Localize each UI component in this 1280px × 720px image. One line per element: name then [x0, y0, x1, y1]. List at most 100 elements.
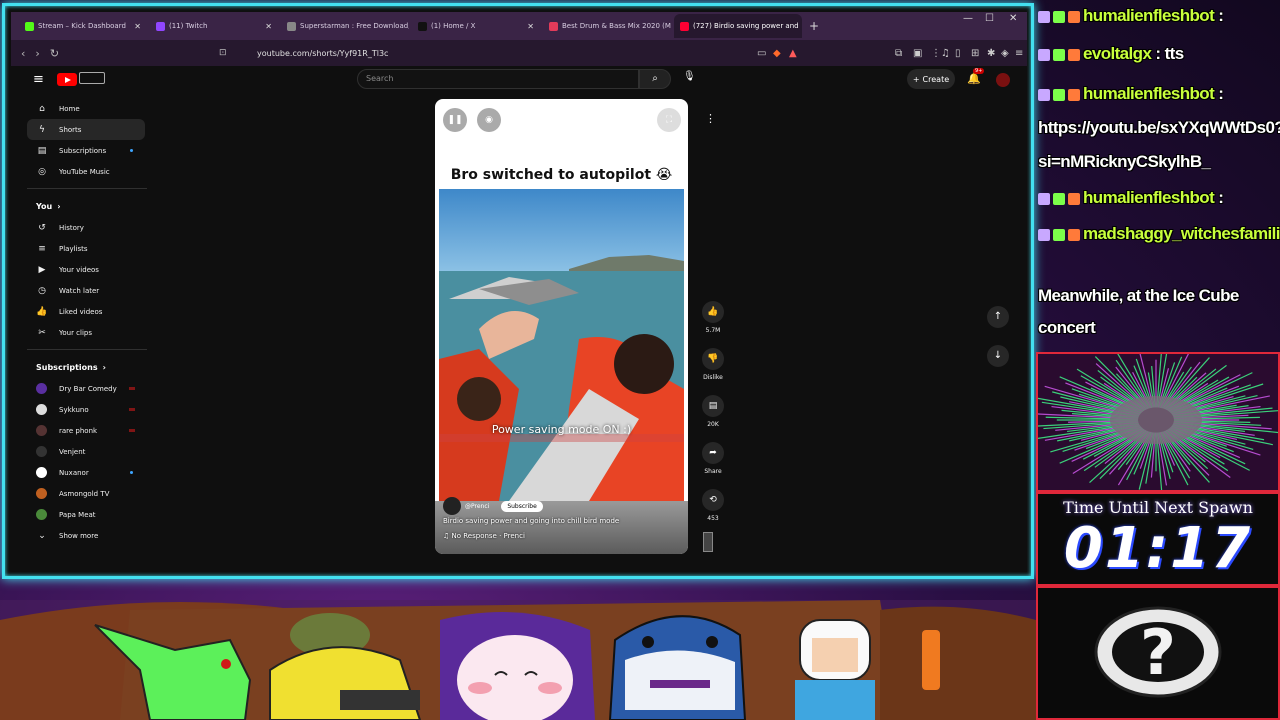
sidebar-section-you[interactable]: You ›: [27, 195, 145, 217]
sidebar-item-watch-later[interactable]: ◷ Watch later: [27, 280, 145, 301]
music-note-icon[interactable]: ♫: [941, 48, 950, 59]
pause-icon[interactable]: ❚❚: [443, 108, 467, 132]
puzzle-icon[interactable]: ✱: [987, 48, 995, 59]
window-icon[interactable]: ⊞: [971, 48, 979, 59]
sidebar-item-history[interactable]: ↺ History: [27, 217, 145, 238]
sidebar-section-subscriptions[interactable]: Subscriptions ›: [27, 356, 145, 378]
chat-badge-icon: [1053, 10, 1065, 23]
show-more-button[interactable]: ⌄ Show more: [27, 525, 145, 546]
sidebar-item-playlists[interactable]: ≡ Playlists: [27, 238, 145, 259]
back-icon[interactable]: ‹: [21, 47, 25, 60]
you-heading: You: [36, 201, 53, 211]
home-icon: ⌂: [39, 103, 45, 114]
brave-shield-icon[interactable]: ◆: [773, 48, 781, 59]
new-tab-icon[interactable]: +: [809, 19, 819, 33]
sound-thumbnail[interactable]: [703, 532, 713, 552]
chat-username[interactable]: evoltalgx: [1083, 44, 1152, 63]
youtube-logo[interactable]: [57, 73, 77, 86]
hamburger-icon[interactable]: ≡: [33, 72, 44, 87]
bookmark-icon[interactable]: ⊡: [219, 48, 227, 58]
tab-close-icon[interactable]: ✕: [527, 22, 534, 31]
browser-tab[interactable]: (11) Twitch ✕: [150, 14, 278, 38]
subscribe-button[interactable]: Subscribe: [501, 500, 543, 512]
sidebar-item-youtube-music[interactable]: ◎ YouTube Music: [27, 161, 145, 182]
browser-tab[interactable]: (727) Birdio saving power and✕: [674, 14, 802, 38]
reader-icon[interactable]: ▯: [955, 48, 961, 59]
minimize-icon[interactable]: —: [963, 13, 973, 24]
sidebar-item-venjent[interactable]: Venjent: [27, 441, 145, 462]
chat-username[interactable]: humalienfleshbot: [1083, 188, 1215, 207]
more-options-icon[interactable]: ⋮: [705, 112, 716, 125]
video-frame[interactable]: [439, 189, 684, 501]
screenshot-icon[interactable]: ▣: [913, 48, 922, 59]
search-icon[interactable]: ⌕: [639, 69, 671, 89]
live-indicator: [129, 429, 135, 432]
tab-bar: Stream – Kick Dashboard ✕ (11) Twitch ✕ Supe…: [11, 12, 1027, 40]
mic-icon[interactable]: 🎙: [683, 71, 696, 82]
maximize-icon[interactable]: ☐: [985, 13, 994, 24]
remix-button[interactable]: ⟲ 453: [697, 489, 729, 522]
sidebar-item-papa-meat[interactable]: Papa Meat: [27, 504, 145, 525]
sidebar-item-shorts[interactable]: ϟ Shorts: [27, 119, 145, 140]
sidebar-item-label: Venjent: [59, 447, 86, 456]
music-icon: ◎: [38, 166, 46, 177]
youtube-page: ≡ Search ⌕ 🎙 + Create 🔔 9+ ⌂ Home ϟ Shorts ▤ S…: [11, 66, 1027, 572]
playlists-icon: ≡: [38, 243, 46, 254]
rewards-icon[interactable]: ▲: [789, 48, 797, 59]
volume-icon[interactable]: ◉: [477, 108, 501, 132]
music-label[interactable]: ♫ No Response · Prenci: [443, 532, 525, 540]
create-button[interactable]: + Create: [907, 69, 955, 89]
channel-avatar[interactable]: [443, 497, 461, 515]
sidebar-item-home[interactable]: ⌂ Home: [27, 98, 145, 119]
url-field[interactable]: youtube.com/shorts/Yyf91R_Tl3c: [257, 49, 388, 58]
comments-button[interactable]: ▤ 20K: [697, 395, 729, 428]
previous-short-icon[interactable]: ↑: [987, 306, 1009, 328]
youtube-wordmark: [79, 72, 105, 84]
cast-icon[interactable]: ▭: [757, 48, 766, 59]
next-short-icon[interactable]: ↓: [987, 345, 1009, 367]
search-input[interactable]: Search: [357, 69, 639, 89]
sidebar-item-sykkuno[interactable]: Sykkuno: [27, 399, 145, 420]
chat-username[interactable]: humalienfleshbot: [1083, 84, 1215, 103]
your-videos-icon: ▶: [38, 264, 46, 275]
fullscreen-icon[interactable]: ⛶: [657, 108, 681, 132]
tab-close-icon[interactable]: ✕: [134, 22, 141, 31]
browser-tab[interactable]: Best Drum & Bass Mix 2020 (Mu✕: [543, 14, 671, 38]
chat-line: https://youtu.be/sxYXqWWtDs0?: [1038, 118, 1280, 138]
video-title[interactable]: Birdio saving power and going into chill…: [443, 517, 619, 525]
chat-line: concert: [1038, 318, 1096, 338]
tab-favicon-icon: [156, 21, 165, 31]
browser-tab[interactable]: Superstarman : Free Download, Borro✕: [281, 14, 409, 38]
sidebar-item-your-videos[interactable]: ▶ Your videos: [27, 259, 145, 280]
menu-lines-icon[interactable]: ⋮: [931, 48, 941, 59]
extension-icon[interactable]: ⧉: [895, 48, 902, 59]
browser-menu-icon[interactable]: ≡: [1015, 48, 1023, 59]
chat-username[interactable]: madshaggy_witchesfamiliar: [1083, 224, 1280, 243]
sidebar-item-nuxanor[interactable]: Nuxanor: [27, 462, 145, 483]
dislike-button[interactable]: 👎 Dislike: [697, 348, 729, 381]
forward-icon[interactable]: ›: [35, 47, 39, 60]
sidebar-item-dry-bar-comedy[interactable]: Dry Bar Comedy: [27, 378, 145, 399]
close-window-icon[interactable]: ✕: [1009, 13, 1017, 24]
share-button[interactable]: ➦ Share: [697, 442, 729, 475]
sidebar-item-your-clips[interactable]: ✂ Your clips: [27, 322, 145, 343]
browser-tab[interactable]: Stream – Kick Dashboard ✕: [19, 14, 147, 38]
like-button[interactable]: 👍 5.7M: [697, 301, 729, 334]
sidebar-divider: [27, 188, 147, 189]
channel-row: @Prenci Subscribe: [443, 497, 543, 515]
channel-name[interactable]: @Prenci: [465, 503, 489, 510]
chat-username[interactable]: humalienfleshbot: [1083, 6, 1215, 25]
browser-tab[interactable]: (1) Home / X ✕: [412, 14, 540, 38]
vpn-icon[interactable]: ◈: [1001, 48, 1009, 59]
sidebar-item-asmongold-tv[interactable]: Asmongold TV: [27, 483, 145, 504]
sidebar-item-subscriptions[interactable]: ▤ Subscriptions: [27, 140, 145, 161]
chat-badge-icon: [1038, 48, 1050, 61]
sidebar-item-rare-phonk[interactable]: rare phonk: [27, 420, 145, 441]
tab-close-icon[interactable]: ✕: [265, 22, 272, 31]
avatar[interactable]: [996, 73, 1010, 87]
reload-icon[interactable]: ↻: [50, 47, 59, 60]
shorts-player[interactable]: ❚❚ ◉ ⛶ Bro switched to autopilot 😭 Power…: [435, 99, 688, 554]
address-bar: ‹ › ↻ ⊡ youtube.com/shorts/Yyf91R_Tl3c ▭…: [11, 40, 1027, 66]
browser-window: Stream – Kick Dashboard ✕ (11) Twitch ✕ Supe…: [2, 3, 1034, 579]
sidebar-item-liked-videos[interactable]: 👍 Liked videos: [27, 301, 145, 322]
